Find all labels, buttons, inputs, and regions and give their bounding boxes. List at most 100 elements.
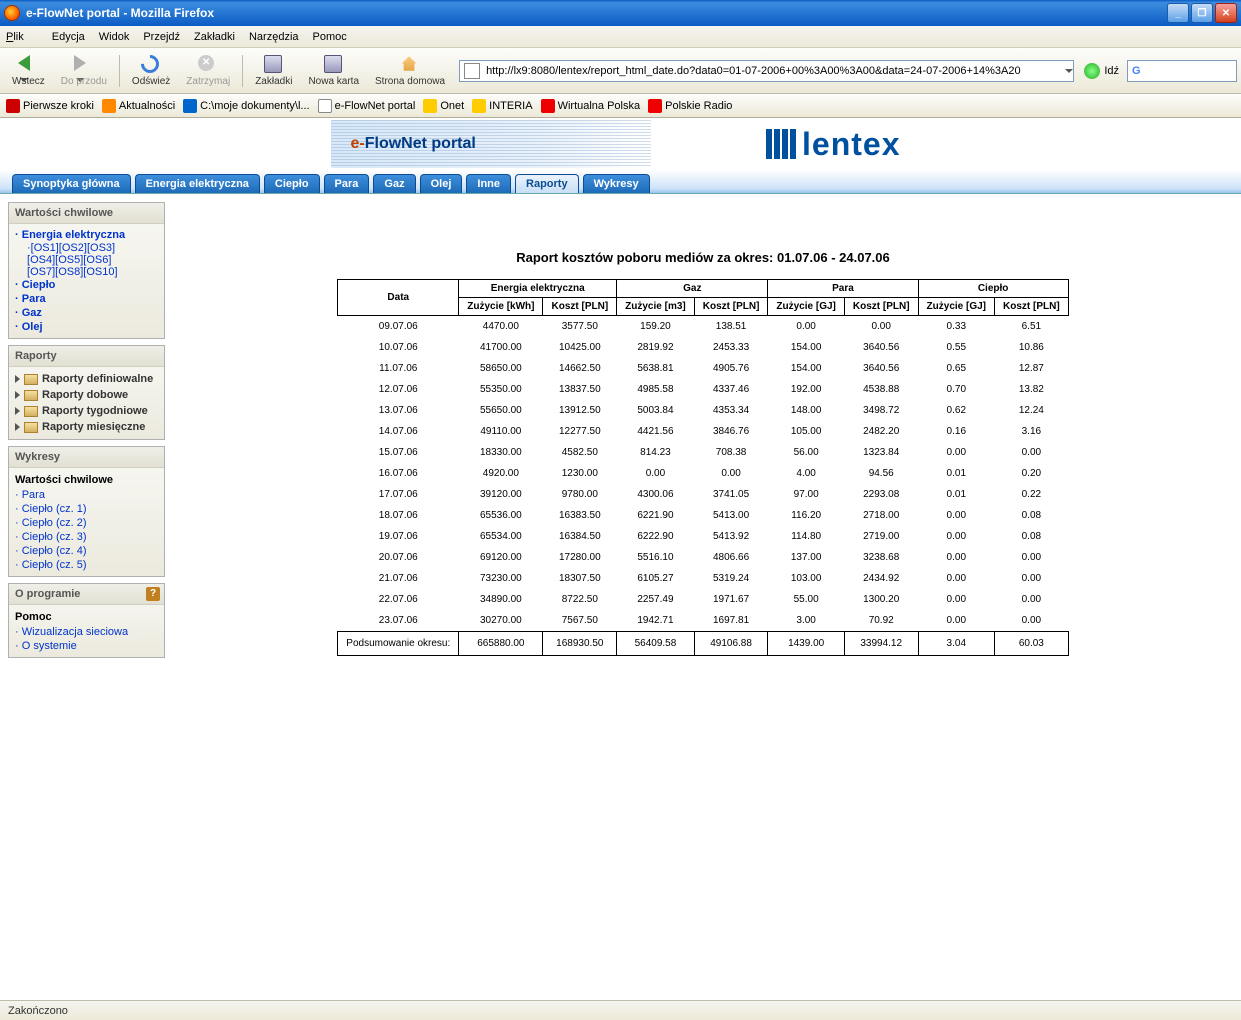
table-cell: 73230.00: [459, 568, 543, 589]
sidebar-os-row2: [OS4][OS5][OS6]: [15, 254, 158, 266]
tab-synoptyka-główna[interactable]: Synoptyka główna: [12, 174, 131, 193]
table-cell: 0.00: [617, 463, 695, 484]
home-button[interactable]: Strona domowa: [367, 53, 453, 89]
url-dropdown-icon[interactable]: [1065, 69, 1073, 73]
menu-go[interactable]: Przejdź: [143, 31, 180, 43]
bm-moje-dokumenty[interactable]: C:\moje dokumenty\l...: [183, 99, 309, 113]
triangle-icon: [15, 391, 20, 399]
go-icon[interactable]: [1084, 63, 1100, 79]
reload-icon: [137, 51, 162, 76]
sidebar-box-wykresy: Wykresy Wartości chwilowe · Para· Ciepło…: [8, 446, 165, 577]
table-cell: 3238.68: [844, 547, 918, 568]
tab-energia-elektryczna[interactable]: Energia elektryczna: [135, 174, 260, 193]
table-cell: 17280.00: [543, 547, 617, 568]
table-cell: 2819.92: [617, 337, 695, 358]
forward-button[interactable]: Do przodu: [53, 53, 115, 89]
tab-inne[interactable]: Inne: [466, 174, 511, 193]
os10-link[interactable]: OS10: [86, 266, 114, 278]
bookmarks-toolbar: Pierwsze kroki Aktualności C:\moje dokum…: [0, 94, 1241, 118]
os6-link[interactable]: OS6: [86, 254, 108, 266]
sidebar-folder-item[interactable]: Raporty miesięczne: [15, 419, 158, 435]
tab-olej[interactable]: Olej: [420, 174, 463, 193]
menu-edit[interactable]: Edycja: [52, 31, 85, 43]
tab-ciepło[interactable]: Ciepło: [264, 174, 320, 193]
os5-link[interactable]: OS5: [58, 254, 80, 266]
table-cell: 10.86: [995, 337, 1069, 358]
table-cell: 65536.00: [459, 505, 543, 526]
window-titlebar: e-FlowNet portal - Mozilla Firefox _ ❐ ✕: [0, 0, 1241, 26]
sidebar-folder-item[interactable]: Raporty tygodniowe: [15, 403, 158, 419]
reload-button[interactable]: Odśwież: [124, 53, 178, 89]
table-cell: 09.07.06: [338, 316, 459, 338]
menu-bookmarks[interactable]: Zakładki: [194, 31, 235, 43]
tab-para[interactable]: Para: [324, 174, 370, 193]
table-cell: 23.07.06: [338, 610, 459, 632]
sidebar-link[interactable]: · Ciepło (cz. 1): [15, 502, 158, 516]
sidebar-link[interactable]: · Ciepło (cz. 2): [15, 516, 158, 530]
tab-wykresy[interactable]: Wykresy: [583, 174, 650, 193]
sidebar-folder-item[interactable]: Raporty dobowe: [15, 387, 158, 403]
back-button[interactable]: Wstecz: [4, 53, 53, 89]
bookmarks-button[interactable]: Zakładki: [247, 53, 300, 89]
os3-link[interactable]: OS3: [90, 242, 112, 254]
bm-polskie-radio[interactable]: Polskie Radio: [648, 99, 732, 113]
table-row: 19.07.0665534.0016384.506222.905413.9211…: [338, 526, 1068, 547]
sidebar-link-wizualizacja[interactable]: · Wizualizacja sieciowa: [15, 625, 158, 639]
table-cell: 0.00: [918, 442, 994, 463]
sidebar-link[interactable]: · Para: [15, 488, 158, 502]
os7-link[interactable]: OS7: [30, 266, 52, 278]
table-cell: 14662.50: [543, 358, 617, 379]
bm-pierwsze-kroki[interactable]: Pierwsze kroki: [6, 99, 94, 113]
help-icon[interactable]: ?: [146, 587, 160, 601]
table-row: 23.07.0630270.007567.501942.711697.813.0…: [338, 610, 1068, 632]
sidebar-link-osystemie[interactable]: · O systemie: [15, 639, 158, 653]
table-row: 18.07.0665536.0016383.506221.905413.0011…: [338, 505, 1068, 526]
sidebar-link-cieplo[interactable]: · Ciepło: [15, 278, 158, 292]
table-cell: 55650.00: [459, 400, 543, 421]
tab-raporty[interactable]: Raporty: [515, 174, 579, 193]
folder-label: Raporty dobowe: [42, 389, 128, 401]
os8-link[interactable]: OS8: [58, 266, 80, 278]
go-label: Idź: [1104, 65, 1119, 77]
menu-help[interactable]: Pomoc: [313, 31, 347, 43]
menu-file[interactable]: Plik: [6, 31, 38, 43]
sidebar-link-gaz[interactable]: · Gaz: [15, 306, 158, 320]
maximize-button[interactable]: ❐: [1191, 3, 1213, 23]
bm-aktualnosci[interactable]: Aktualności: [102, 99, 175, 113]
bm-eflownet[interactable]: e-FlowNet portal: [318, 99, 416, 113]
sidebar-folder-item[interactable]: Raporty definiowalne: [15, 371, 158, 387]
bm-onet[interactable]: Onet: [423, 99, 464, 113]
rss-icon: [102, 99, 116, 113]
search-input[interactable]: [1145, 63, 1215, 78]
table-cell: 0.62: [918, 400, 994, 421]
bm-wp[interactable]: Wirtualna Polska: [541, 99, 641, 113]
table-cell: 16.07.06: [338, 463, 459, 484]
os2-link[interactable]: OS2: [62, 242, 84, 254]
sidebar-link-para[interactable]: · Para: [15, 292, 158, 306]
table-cell: 18330.00: [459, 442, 543, 463]
table-cell: 0.00: [918, 568, 994, 589]
sub-zuzycie-gj: Zużycie [GJ]: [768, 298, 844, 316]
tab-gaz[interactable]: Gaz: [373, 174, 415, 193]
sidebar-link-energia[interactable]: · Energia elektryczna: [15, 228, 158, 242]
sidebar-link[interactable]: · Ciepło (cz. 3): [15, 530, 158, 544]
stop-button[interactable]: ✕ Zatrzymaj: [178, 53, 238, 89]
menu-tools[interactable]: Narzędzia: [249, 31, 299, 43]
minimize-button[interactable]: _: [1167, 3, 1189, 23]
menu-view[interactable]: Widok: [99, 31, 130, 43]
table-cell: 0.22: [995, 484, 1069, 505]
table-cell: 0.33: [918, 316, 994, 338]
close-button[interactable]: ✕: [1215, 3, 1237, 23]
bm-interia[interactable]: INTERIA: [472, 99, 532, 113]
sub-zuzycie-m3: Zużycie [m3]: [617, 298, 695, 316]
url-input[interactable]: [484, 65, 1063, 77]
sidebar-link-olej[interactable]: · Olej: [15, 320, 158, 334]
sidebar-link[interactable]: · Ciepło (cz. 5): [15, 558, 158, 572]
sidebar-link[interactable]: · Ciepło (cz. 4): [15, 544, 158, 558]
os1-link[interactable]: OS1: [34, 242, 56, 254]
search-box[interactable]: G: [1127, 60, 1237, 82]
banner-title: e-FlowNet portal: [351, 135, 476, 153]
url-bar[interactable]: [459, 60, 1074, 82]
newtab-button[interactable]: Nowa karta: [300, 53, 367, 89]
os4-link[interactable]: OS4: [30, 254, 52, 266]
